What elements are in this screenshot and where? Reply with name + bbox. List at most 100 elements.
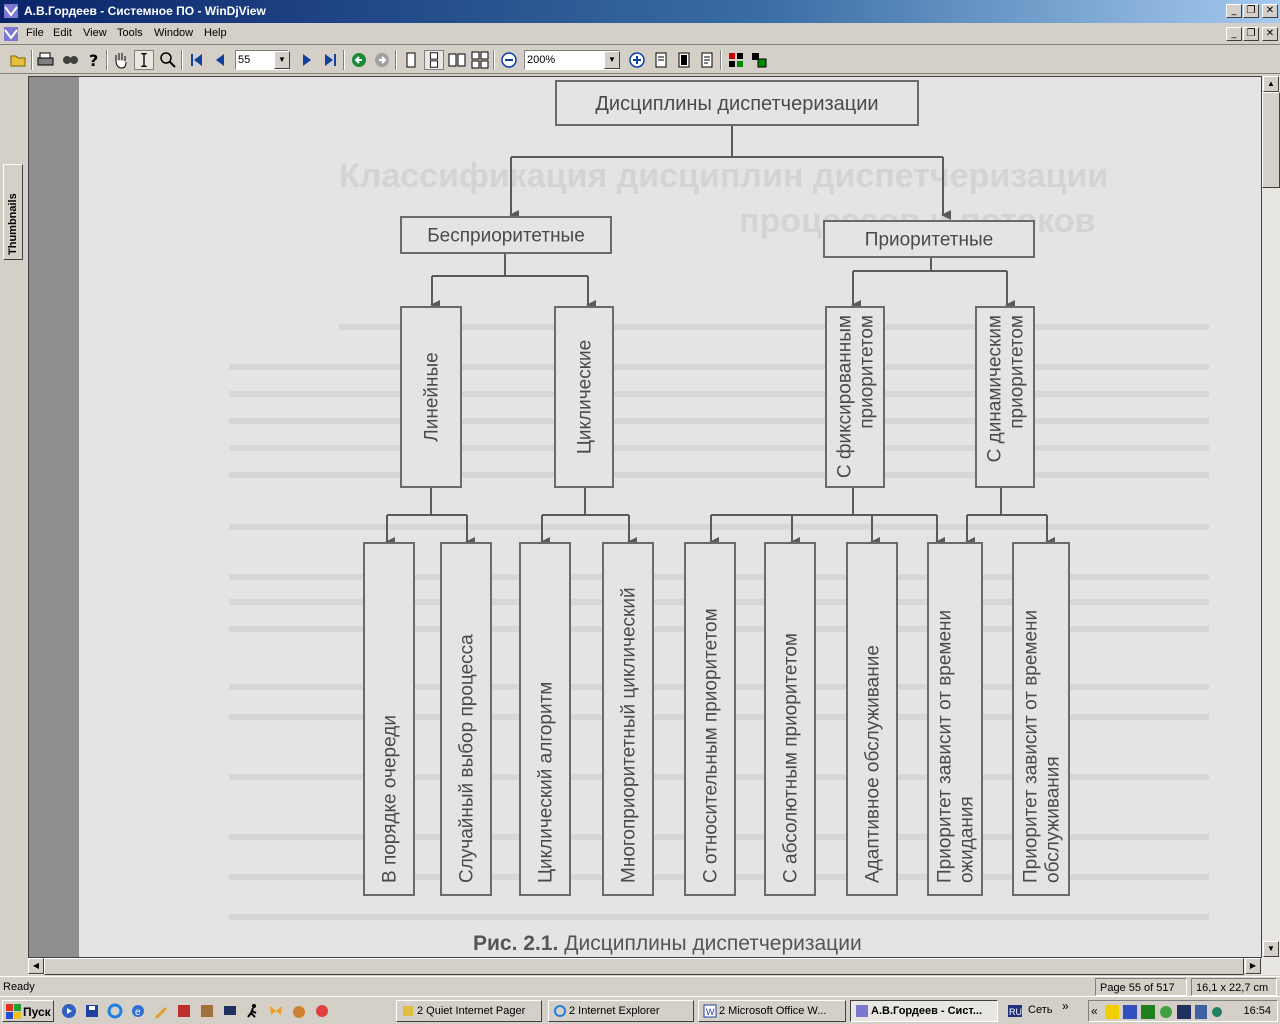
box-random: Случайный выбор процесса [440, 542, 492, 896]
task-windjview[interactable]: А.В.Гордеев - Сист... [850, 1000, 998, 1022]
tray-expand-icon[interactable]: « [1091, 1004, 1098, 1018]
document-view[interactable]: Классификация дисциплин диспетчеризации … [28, 76, 1262, 958]
butterfly-quicklaunch-icon[interactable] [268, 1003, 284, 1019]
zoom-out-icon[interactable] [499, 50, 519, 70]
svg-text:e: e [135, 1007, 141, 1018]
task-label: 2 Internet Explorer [569, 1005, 660, 1017]
ie-quicklaunch-icon[interactable] [107, 1003, 123, 1019]
box-dynamic-priority: С динамическим приоритетом [975, 306, 1035, 488]
task-quiet-internet-pager[interactable]: 2 Quiet Internet Pager [396, 1000, 542, 1022]
ie-icon [554, 1005, 566, 1017]
display-mode-icon[interactable] [726, 50, 746, 70]
tools-quicklaunch-icon[interactable] [199, 1003, 215, 1019]
maximize-button[interactable]: ❐ [1243, 4, 1259, 18]
menu-window[interactable]: Window [154, 27, 193, 39]
box-fixed-priority-label: С фиксированным [835, 315, 856, 478]
tray-icons[interactable] [1103, 1004, 1223, 1020]
runner-quicklaunch-icon[interactable] [245, 1003, 261, 1019]
document-icon[interactable] [3, 26, 19, 42]
open-icon[interactable] [8, 50, 28, 70]
page-dropdown-button[interactable]: ▼ [274, 51, 290, 69]
doc-restore-button[interactable]: ❐ [1243, 27, 1259, 41]
box-fifo: В порядке очереди [363, 542, 415, 896]
last-page-icon[interactable] [320, 50, 340, 70]
window-title: А.В.Гордеев - Системное ПО - WinDjView [24, 4, 266, 18]
task-microsoft-office-word[interactable]: W 2 Microsoft Office W... [698, 1000, 846, 1022]
select-text-icon[interactable] [134, 50, 154, 70]
first-page-icon[interactable] [187, 50, 207, 70]
scroll-down-button[interactable]: ▼ [1263, 941, 1279, 957]
box-linear: Линейные [400, 306, 462, 488]
zoom-tool-icon[interactable] [158, 50, 178, 70]
continuous-icon[interactable] [424, 50, 444, 70]
scroll-right-button[interactable]: ▶ [1245, 958, 1261, 974]
box-bespriority-label: Бесприоритетные [427, 226, 585, 247]
taskbar: Пуск e 2 Quiet Internet Pager 2 Internet… [0, 996, 1280, 1024]
previous-page-icon[interactable] [210, 50, 230, 70]
zoom-dropdown-button[interactable]: ▼ [604, 51, 620, 69]
task-label: 2 Microsoft Office W... [719, 1005, 827, 1017]
box-wait-time: Приоритет зависит от времени ожидания [927, 542, 983, 896]
vertical-scroll-thumb[interactable] [1262, 92, 1280, 188]
menu-help[interactable]: Help [204, 27, 227, 39]
fit-page-icon[interactable] [674, 50, 694, 70]
task-label: 2 Quiet Internet Pager [417, 1005, 526, 1017]
fit-width-icon[interactable] [651, 50, 671, 70]
language-indicator-icon[interactable]: RU [1007, 1003, 1023, 1019]
hand-tool-icon[interactable] [111, 50, 131, 70]
box-round-robin-label: Циклический алгоритм [536, 682, 557, 883]
minimize-button[interactable]: _ [1226, 4, 1242, 18]
thumbnails-tab[interactable]: Thumbnails [3, 164, 23, 260]
size-info: 16,1 x 22,7 cm [1191, 978, 1277, 996]
menu-edit[interactable]: Edit [53, 27, 72, 39]
close-button[interactable]: ✕ [1262, 4, 1278, 18]
djvu-page: Классификация дисциплин диспетчеризации … [79, 77, 1261, 957]
save-quicklaunch-icon[interactable] [84, 1003, 100, 1019]
doc-minimize-button[interactable]: _ [1226, 27, 1242, 41]
outlook-quicklaunch-icon[interactable]: e [130, 1003, 146, 1019]
chat-quicklaunch-icon[interactable] [314, 1003, 330, 1019]
box-multi-priority: Многоприоритетный циклический [602, 542, 654, 896]
zoom-in-icon[interactable] [627, 50, 647, 70]
scroll-left-button[interactable]: ◀ [28, 958, 44, 974]
continuous-facing-icon[interactable] [470, 50, 490, 70]
menu-tools[interactable]: Tools [117, 27, 143, 39]
help-icon[interactable]: ? [84, 50, 104, 70]
toolbar-expand-icon[interactable]: » [1062, 999, 1069, 1013]
task-internet-explorer[interactable]: 2 Internet Explorer [548, 1000, 694, 1022]
box-cyclic: Циклические [554, 306, 614, 488]
dog-quicklaunch-icon[interactable] [291, 1003, 307, 1019]
windows-logo-icon [6, 1004, 21, 1019]
edit-quicklaunch-icon[interactable] [153, 1003, 169, 1019]
vertical-scrollbar[interactable] [1262, 76, 1280, 975]
back-icon[interactable] [349, 50, 369, 70]
single-page-icon[interactable] [401, 50, 421, 70]
sidebar-panel: Thumbnails [0, 76, 28, 975]
start-label: Пуск [23, 1005, 51, 1019]
monitor-quicklaunch-icon[interactable] [222, 1003, 238, 1019]
start-button[interactable]: Пуск [2, 1000, 54, 1022]
image-quicklaunch-icon[interactable] [176, 1003, 192, 1019]
doc-close-button[interactable]: ✕ [1262, 27, 1278, 41]
next-page-icon[interactable] [297, 50, 317, 70]
box-priority-label: Приоритетные [865, 230, 993, 251]
box-adaptive-label: Адаптивное обслуживание [863, 645, 884, 883]
bg-heading-1: Классификация дисциплин диспетчеризации [339, 157, 1108, 195]
actual-size-icon[interactable] [697, 50, 717, 70]
horizontal-scroll-thumb[interactable] [44, 958, 1244, 975]
menu-file[interactable]: File [26, 27, 44, 39]
network-label[interactable]: Сеть [1028, 1004, 1052, 1016]
find-icon[interactable] [60, 50, 80, 70]
box-linear-label: Линейные [422, 352, 443, 441]
layers-icon[interactable] [749, 50, 769, 70]
box-round-robin: Циклический алгоритм [519, 542, 571, 896]
box-absolute-label: С абсолютным приоритетом [781, 633, 802, 883]
forward-icon[interactable] [372, 50, 392, 70]
media-player-icon[interactable] [61, 1003, 77, 1019]
print-icon[interactable] [36, 50, 56, 70]
box-adaptive: Адаптивное обслуживание [846, 542, 898, 896]
scroll-up-button[interactable]: ▲ [1263, 76, 1279, 92]
menu-view[interactable]: View [83, 27, 107, 39]
facing-pages-icon[interactable] [447, 50, 467, 70]
title-bar[interactable]: А.В.Гордеев - Системное ПО - WinDjView _… [0, 0, 1280, 23]
